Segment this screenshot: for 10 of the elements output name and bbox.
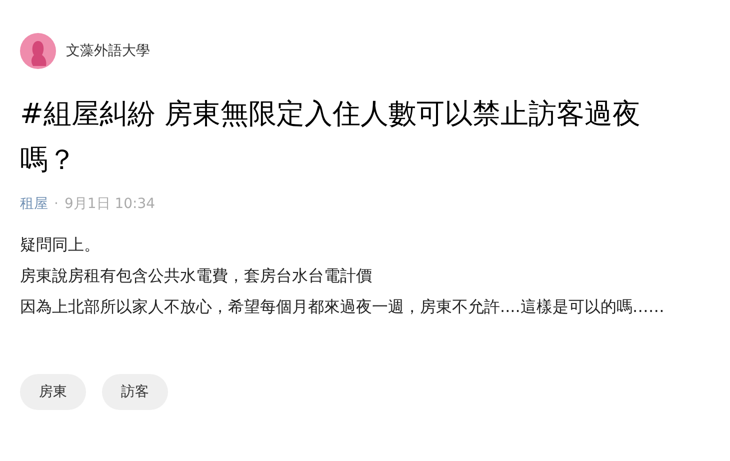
post-paragraph: 房東說房租有包含公共水電費，套房台水台電計價	[20, 265, 373, 287]
post-time: 9月1日 10:34	[64, 195, 156, 213]
tag-chip[interactable]: 訪客	[102, 374, 168, 410]
post-title: #組屋糾紛 房東無限定入住人數可以禁止訪客過夜嗎？	[20, 96, 642, 178]
author-name: 文藻外語大學	[66, 42, 150, 60]
separator: ·	[54, 196, 58, 212]
post-paragraph: 疑問同上。	[20, 234, 101, 256]
avatar-icon	[20, 33, 56, 69]
post-paragraph: 因為上北部所以家人不放心，希望每個月都來過夜一週，房東不允許....這樣是可以的嗎……	[20, 296, 666, 318]
tag-chip[interactable]: 房東	[20, 374, 86, 410]
